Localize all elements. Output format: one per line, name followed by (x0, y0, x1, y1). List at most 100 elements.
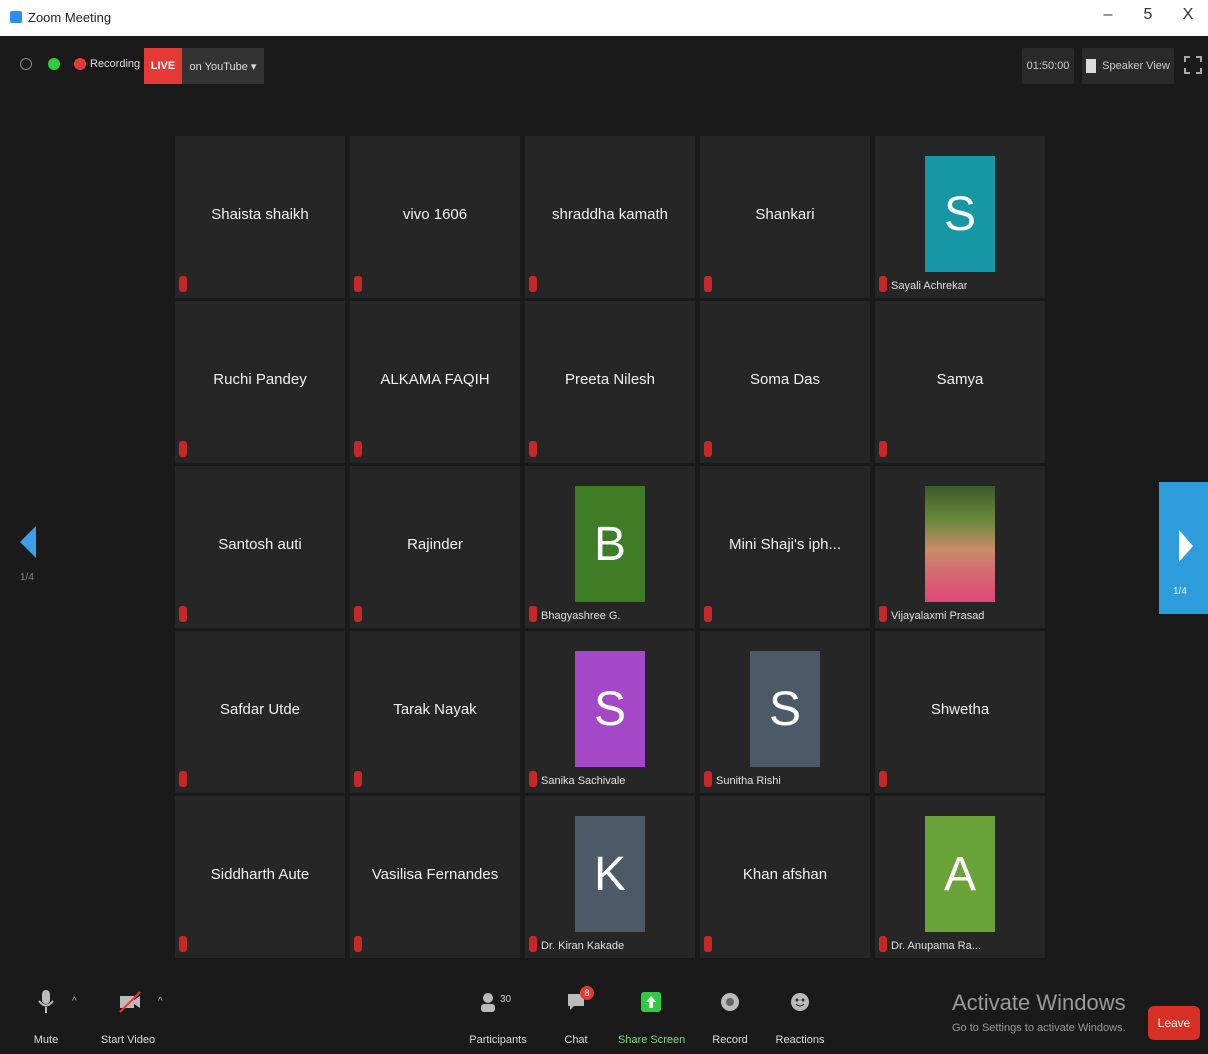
shield-icon[interactable] (48, 58, 60, 70)
participant-name: shraddha kamath (552, 206, 668, 223)
participant-name: Dr. Anupama Ra... (891, 940, 981, 952)
participant-tile[interactable]: K Dr. Kiran Kakade (525, 796, 695, 958)
watermark-subtitle: Go to Settings to activate Windows. (952, 1022, 1126, 1034)
participant-avatar: S (925, 156, 995, 272)
fullscreen-icon[interactable] (1184, 56, 1202, 74)
microphone-icon (36, 990, 56, 1014)
participant-avatar: B (575, 486, 645, 602)
muted-mic-icon (179, 441, 187, 457)
video-off-icon (118, 990, 141, 1014)
minimize-button[interactable]: – (1096, 6, 1120, 24)
participant-tile[interactable]: Samya (875, 301, 1045, 463)
participant-tile[interactable]: A Dr. Anupama Ra... (875, 796, 1045, 958)
muted-mic-icon (704, 771, 712, 787)
restore-button[interactable]: 5 (1136, 6, 1160, 24)
muted-mic-icon (704, 276, 712, 292)
speaker-view-button[interactable]: Speaker View (1082, 48, 1174, 84)
chat-label: Chat (564, 1034, 588, 1046)
prev-page-button[interactable]: 1/4 (20, 526, 36, 583)
recording-label: Recording (90, 58, 141, 70)
participant-tile[interactable]: Shwetha (875, 631, 1045, 793)
speaker-view-label: Speaker View (1102, 60, 1170, 72)
live-badge: LIVE (144, 48, 182, 84)
muted-mic-icon (879, 771, 887, 787)
gallery-grid: Shaista shaikh vivo 1606 shraddha kamath Sh… (175, 136, 1047, 960)
share-screen-label: Share Screen (618, 1034, 686, 1046)
participant-avatar: S (575, 651, 645, 767)
meeting-timer: 01:50:00 (1022, 48, 1074, 84)
muted-mic-icon (704, 441, 712, 457)
participant-name: Khan afshan (742, 866, 828, 883)
video-options-chevron-icon[interactable]: ^ (158, 996, 163, 1007)
next-page-button[interactable]: 1/4 (1159, 482, 1208, 614)
live-destination-menu[interactable]: on YouTube ▾ (182, 48, 264, 84)
muted-mic-icon (179, 276, 187, 292)
participant-name: ALKAMA FAQIH (380, 371, 490, 388)
participant-tile[interactable]: S Sanika Sachivale (525, 631, 695, 793)
zoom-icon (10, 11, 22, 23)
participant-tile[interactable]: Khan afshan (700, 796, 870, 958)
participant-tile[interactable]: shraddha kamath (525, 136, 695, 298)
start-video-button[interactable]: Start Video (96, 990, 160, 1046)
participant-tile[interactable]: S Sayali Achrekar (875, 136, 1045, 298)
reactions-button[interactable]: Reactions (768, 990, 832, 1046)
participant-tile[interactable]: S Sunitha Rishi (700, 631, 870, 793)
participant-name: Soma Das (749, 371, 821, 388)
participant-tile[interactable]: Mini Shaji's iph... (700, 466, 870, 628)
muted-mic-icon (704, 606, 712, 622)
title-bar: Zoom Meeting – 5 X (0, 0, 1208, 36)
leave-button[interactable]: Leave (1148, 1006, 1200, 1040)
participant-name: Rajinder (407, 536, 463, 553)
mute-button[interactable]: Mute (14, 990, 78, 1046)
participant-tile[interactable]: Santosh auti (175, 466, 345, 628)
share-screen-button[interactable]: Share Screen (618, 990, 686, 1046)
participant-tile[interactable]: Vasilisa Fernandes (350, 796, 520, 958)
muted-mic-icon (879, 936, 887, 952)
muted-mic-icon (354, 276, 362, 292)
chevron-left-icon (20, 526, 36, 558)
participant-tile[interactable]: Safdar Utde (175, 631, 345, 793)
participant-name: Safdar Utde (219, 701, 301, 718)
participant-avatar: K (575, 816, 645, 932)
close-button[interactable]: X (1176, 6, 1200, 24)
participant-name: Shaista shaikh (211, 206, 309, 223)
participant-name: Tarak Nayak (393, 701, 477, 718)
participant-tile[interactable]: Shaista shaikh (175, 136, 345, 298)
participant-name: Shwetha (930, 701, 990, 718)
participant-tile[interactable]: Tarak Nayak (350, 631, 520, 793)
participant-avatar: S (750, 651, 820, 767)
windows-activation-watermark: Activate Windows Go to Settings to activ… (952, 990, 1126, 1034)
participant-name: Ruchi Pandey (213, 371, 307, 388)
page-indicator-left: 1/4 (20, 572, 34, 583)
reactions-label: Reactions (775, 1034, 825, 1046)
participant-tile[interactable]: Vijayalaxmi Prasad (875, 466, 1045, 628)
participant-tile[interactable]: Rajinder (350, 466, 520, 628)
muted-mic-icon (529, 771, 537, 787)
participant-tile[interactable]: Preeta Nilesh (525, 301, 695, 463)
muted-mic-icon (704, 936, 712, 952)
recording-icon (74, 58, 86, 70)
record-button[interactable]: Record (698, 990, 762, 1046)
participant-avatar: A (925, 816, 995, 932)
participant-tile[interactable]: Ruchi Pandey (175, 301, 345, 463)
muted-mic-icon (529, 936, 537, 952)
window-title: Zoom Meeting (28, 10, 112, 25)
audio-options-chevron-icon[interactable]: ^ (72, 996, 77, 1007)
muted-mic-icon (179, 606, 187, 622)
participant-name: Santosh auti (218, 536, 302, 553)
participant-tile[interactable]: ALKAMA FAQIH (350, 301, 520, 463)
participant-tile[interactable]: B Bhagyashree G. (525, 466, 695, 628)
participant-name: Vijayalaxmi Prasad (891, 610, 985, 622)
participant-tile[interactable]: Siddharth Aute (175, 796, 345, 958)
participant-tile[interactable]: Soma Das (700, 301, 870, 463)
participant-tile[interactable]: Shankari (700, 136, 870, 298)
participants-button[interactable]: 30 Participants (466, 990, 530, 1046)
muted-mic-icon (179, 771, 187, 787)
participant-tile[interactable]: vivo 1606 (350, 136, 520, 298)
participant-name: Sunitha Rishi (716, 775, 781, 787)
chat-button[interactable]: 8 Chat (544, 986, 608, 1046)
info-icon[interactable] (20, 58, 32, 70)
share-screen-icon (640, 990, 661, 1014)
participant-name: Sayali Achrekar (891, 280, 968, 292)
chevron-right-icon (1179, 530, 1193, 562)
